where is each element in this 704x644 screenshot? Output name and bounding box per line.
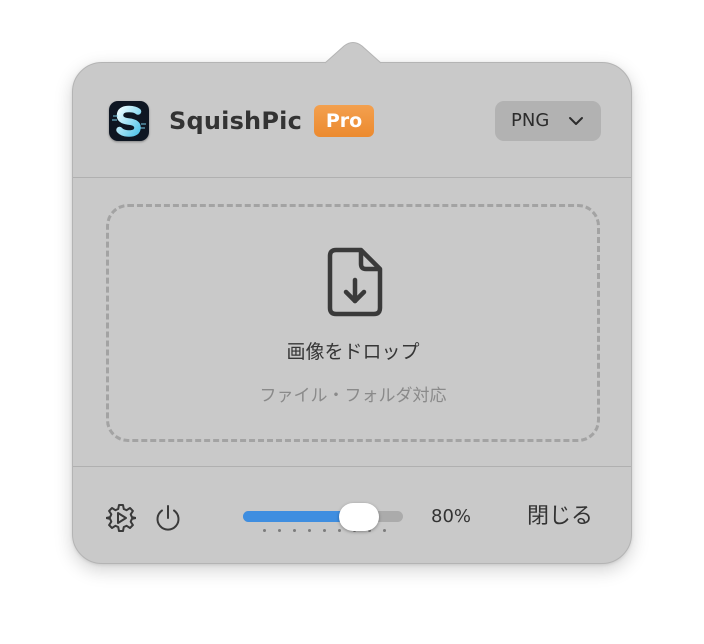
image-drop-zone[interactable]: 画像をドロップ ファイル・フォルダ対応 xyxy=(106,204,600,442)
chevron-down-icon xyxy=(569,117,583,125)
slider-tick xyxy=(278,529,281,532)
quality-slider-thumb[interactable] xyxy=(339,503,379,531)
gear-icon[interactable] xyxy=(106,503,136,533)
power-icon[interactable] xyxy=(153,503,183,533)
slider-tick xyxy=(323,529,326,532)
drop-zone-subtitle: ファイル・フォルダ対応 xyxy=(259,386,447,406)
popover-arrow xyxy=(324,42,382,64)
slider-tick xyxy=(308,529,311,532)
pro-badge: Pro xyxy=(314,105,374,137)
app-name: SquishPic xyxy=(169,107,302,135)
slider-tick xyxy=(263,529,266,532)
squishpic-popover: SquishPic Pro PNG 画像をドロップ ファイル・フォルダ対応 80… xyxy=(72,62,632,564)
quality-value: 80% xyxy=(431,506,472,527)
squishpic-app-icon xyxy=(109,101,149,141)
file-download-icon xyxy=(327,247,383,317)
format-dropdown-value: PNG xyxy=(511,110,550,131)
quality-slider-track xyxy=(243,511,403,522)
format-dropdown[interactable]: PNG xyxy=(495,101,601,141)
slider-tick xyxy=(383,529,386,532)
close-button[interactable]: 閉じる xyxy=(527,501,593,533)
drop-zone-title: 画像をドロップ xyxy=(286,341,420,363)
header-divider xyxy=(73,177,631,178)
slider-tick xyxy=(338,529,341,532)
slider-tick xyxy=(293,529,296,532)
footer-divider xyxy=(73,466,631,467)
quality-slider[interactable] xyxy=(243,493,405,543)
